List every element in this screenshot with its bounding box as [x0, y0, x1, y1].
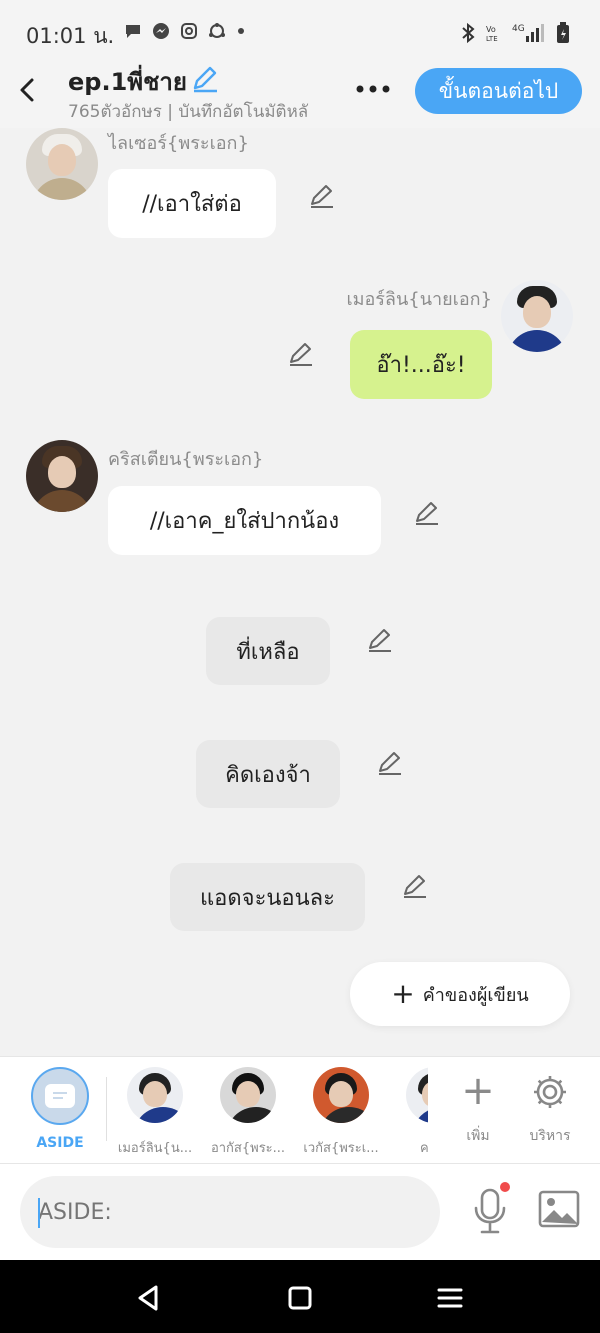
- plus-icon: +: [391, 977, 415, 1010]
- narration-bubble[interactable]: แอดจะนอนละ: [170, 863, 365, 931]
- episode-subtitle: 765ตัวอักษร | บันทึกอัตโนมัติหลั: [68, 102, 309, 122]
- add-character-button[interactable]: + เพิ่ม: [448, 1068, 508, 1147]
- notification-icons: [124, 22, 246, 40]
- chat-bubble-icon: [126, 25, 140, 38]
- edit-title-icon[interactable]: [190, 64, 220, 94]
- volte-icon: VoLTE: [486, 25, 498, 43]
- character-bar: ASIDE เมอร์ลิน{น... อากัส{พระ... เวกัส{พ…: [0, 1056, 600, 1164]
- character-avatar: [127, 1067, 183, 1123]
- character-name: เวกัส{พระเ...: [303, 1141, 379, 1156]
- edit-pencil-icon[interactable]: [286, 339, 316, 369]
- character-item[interactable]: อากัส{พระ...: [203, 1067, 293, 1158]
- plus-icon: +: [461, 1068, 495, 1114]
- system-icons: Vo LTE 4G: [460, 22, 570, 44]
- text-caret: [38, 1198, 40, 1228]
- edit-pencil-icon[interactable]: [400, 871, 430, 901]
- gear-icon: [534, 1076, 566, 1108]
- chat-area[interactable]: ไลเซอร์{พระเอก} //เอาใส่ต่อ เมอร์ลิน{นาย…: [0, 128, 600, 1055]
- back-nav-icon[interactable]: [132, 1282, 164, 1314]
- character-item[interactable]: เมอร์ลิน{น...: [110, 1067, 200, 1158]
- editor-header: ep.1พี่ชาย 765ตัวอักษร | บันทึกอัตโนมัติ…: [0, 56, 600, 128]
- instagram-icon: [181, 23, 197, 39]
- manage-label: บริหาร: [529, 1128, 571, 1144]
- next-step-button[interactable]: ขั้นตอนต่อไป: [415, 68, 582, 114]
- character-item[interactable]: คริสเ: [389, 1067, 428, 1158]
- speaker-name: คริสเตียน{พระเอก}: [108, 449, 264, 470]
- character-avatar: [220, 1067, 276, 1123]
- narration-bubble[interactable]: คิดเองจ้า: [196, 740, 340, 808]
- avatar[interactable]: [26, 440, 98, 512]
- home-nav-icon[interactable]: [284, 1282, 316, 1314]
- more-options-icon[interactable]: [352, 76, 396, 102]
- image-icon[interactable]: [538, 1190, 580, 1228]
- aside-label: ASIDE: [36, 1135, 84, 1151]
- status-bar: 01:01 น. Vo LTE 4G: [0, 0, 600, 64]
- edit-pencil-icon[interactable]: [412, 498, 442, 528]
- menu-nav-icon[interactable]: [434, 1282, 466, 1314]
- status-time: 01:01 น.: [26, 24, 115, 48]
- character-avatar: [406, 1067, 428, 1123]
- character-item[interactable]: เวกัส{พระเ...: [296, 1067, 386, 1158]
- message-bubble[interactable]: อ๊า!...อ๊ะ!: [350, 330, 492, 399]
- signal-icon: 4G: [512, 24, 544, 42]
- character-list: เมอร์ลิน{น... อากัส{พระ... เวกัส{พระเ...: [110, 1057, 428, 1165]
- character-name: คริสเ: [419, 1141, 428, 1156]
- message-bubble[interactable]: //เอาค_ยใส่ปากน้อง: [108, 486, 381, 555]
- speaker-name: ไลเซอร์{พระเอก}: [108, 133, 249, 154]
- svg-text:Vo: Vo: [486, 25, 496, 34]
- speaker-name: เมอร์ลิน{นายเอก}: [346, 289, 492, 310]
- back-arrow-icon[interactable]: [12, 72, 42, 108]
- edit-pencil-icon[interactable]: [365, 625, 395, 655]
- message-input[interactable]: [20, 1176, 440, 1248]
- character-avatar: [313, 1067, 369, 1123]
- svg-text:LTE: LTE: [486, 35, 498, 43]
- share-icon: [209, 23, 225, 38]
- edit-pencil-icon[interactable]: [375, 748, 405, 778]
- battery-icon: [557, 22, 569, 43]
- divider: [106, 1077, 107, 1141]
- avatar[interactable]: [26, 128, 98, 200]
- manage-button[interactable]: บริหาร: [520, 1073, 580, 1147]
- system-nav-bar: [0, 1260, 600, 1333]
- messenger-icon: [153, 23, 169, 39]
- avatar[interactable]: [501, 280, 573, 352]
- svg-text:4G: 4G: [512, 24, 525, 34]
- character-name: อากัส{พระ...: [210, 1141, 286, 1156]
- input-bar: [0, 1164, 600, 1260]
- dot-icon: [238, 28, 244, 34]
- edit-pencil-icon[interactable]: [307, 181, 337, 211]
- author-note-button[interactable]: + คำของผู้เขียน: [350, 962, 570, 1026]
- bluetooth-icon: [462, 22, 475, 44]
- message-bubble[interactable]: //เอาใส่ต่อ: [108, 169, 276, 238]
- episode-title[interactable]: ep.1พี่ชาย: [68, 62, 187, 101]
- character-name: เมอร์ลิน{น...: [117, 1141, 193, 1156]
- add-label: เพิ่ม: [466, 1128, 490, 1144]
- aside-button[interactable]: [31, 1067, 89, 1125]
- author-note-label: คำของผู้เขียน: [422, 984, 529, 1006]
- recording-dot: [500, 1182, 510, 1192]
- narration-bubble[interactable]: ที่เหลือ: [206, 617, 330, 685]
- aside-bubble-icon: [45, 1084, 75, 1108]
